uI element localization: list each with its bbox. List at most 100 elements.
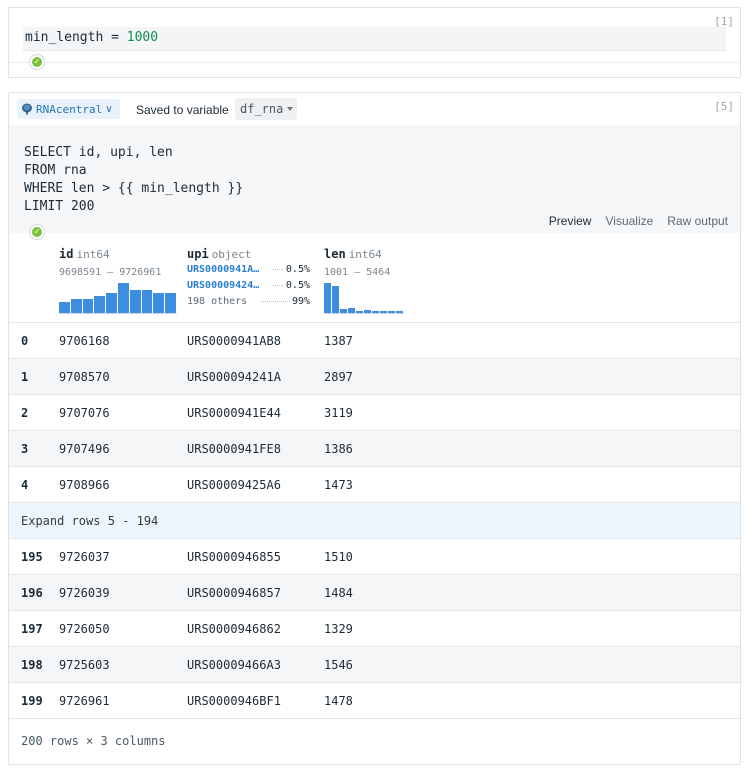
expand-rows-label: Expand rows 5 - 194 — [21, 514, 159, 528]
top-value-pct: 99% — [291, 295, 310, 307]
sql-cell[interactable]: [5] RNAcentral ∨ Saved to variable df_rn… — [8, 92, 741, 765]
cell-len: 1546 — [324, 658, 353, 672]
table-row[interactable]: 198 9725603 URS00009466A3 1546 — [9, 646, 740, 682]
upi-top-values: URS0000941A… 0.5% URS00009424… 0.5% 198 … — [187, 261, 310, 309]
table-summary: 200 rows × 3 columns — [9, 718, 740, 763]
caret-down-icon — [287, 107, 294, 111]
histogram-baseline — [59, 313, 177, 314]
row-column-count: 200 rows × 3 columns — [21, 734, 166, 748]
histogram-bar — [94, 296, 106, 313]
row-index: 197 — [21, 622, 43, 636]
table-row[interactable]: 4 9708966 URS00009425A6 1473 — [9, 466, 740, 502]
tab-raw-output[interactable]: Raw output — [667, 214, 728, 228]
cell-len: 1484 — [324, 586, 353, 600]
code-number: 1000 — [126, 30, 159, 45]
sql-line: LIMIT 200 — [24, 199, 95, 214]
code-text: min_length = — [25, 30, 127, 45]
output-tabs: Preview Visualize Raw output — [549, 214, 728, 228]
histogram-bar — [129, 290, 141, 313]
column-header-len[interactable]: len int64 1001 — 5464 — [324, 245, 390, 278]
cell-len: 1386 — [324, 442, 353, 456]
top-value-row: 198 others 99% — [187, 293, 310, 309]
table-row[interactable]: 1 9708570 URS000094241A 2897 — [9, 358, 740, 394]
histogram-bar — [141, 290, 153, 313]
cell-id: 9725603 — [59, 658, 110, 672]
cell-upi: URS0000941E44 — [187, 406, 281, 420]
row-index: 198 — [21, 658, 43, 672]
table-row[interactable]: 199 9726961 URS0000946BF1 1478 — [9, 682, 740, 718]
histogram-bar — [70, 299, 82, 313]
table-row[interactable]: 0 9706168 URS0000941AB8 1387 — [9, 322, 740, 358]
cell-id: 9708570 — [59, 370, 110, 384]
cell-len: 3119 — [324, 406, 353, 420]
cell-len: 2897 — [324, 370, 353, 384]
column-name: len — [324, 247, 346, 261]
cell-len: 1387 — [324, 334, 353, 348]
sql-line: SELECT id, upi, len — [24, 145, 173, 160]
row-index: 3 — [21, 442, 29, 456]
connection-name: RNAcentral — [36, 102, 103, 116]
table-row[interactable]: 2 9707076 URS0000941E44 3119 — [9, 394, 740, 430]
expand-rows-button[interactable]: Expand rows 5 - 194 — [9, 502, 740, 538]
top-value-others: 198 others — [187, 295, 248, 307]
cell-upi: URS0000941FE8 — [187, 442, 281, 456]
cell-id: 9726039 — [59, 586, 110, 600]
top-value: URS0000941A… — [187, 263, 260, 275]
cell-len: 1473 — [324, 478, 353, 492]
cell-id: 9706168 — [59, 334, 110, 348]
cell-len: 1478 — [324, 694, 353, 708]
table-row[interactable]: 3 9707496 URS0000941FE8 1386 — [9, 430, 740, 466]
cell-1-status-divider — [8, 62, 741, 63]
success-check-icon: ✓ — [29, 224, 45, 240]
id-histogram — [59, 283, 176, 313]
sql-cell-toolbar: RNAcentral ∨ Saved to variable df_rna — [9, 93, 740, 125]
connection-selector[interactable]: RNAcentral ∨ — [17, 99, 120, 119]
top-value-pct: 0.5% — [285, 279, 310, 291]
row-index: 196 — [21, 586, 43, 600]
cell-upi: URS00009425A6 — [187, 478, 281, 492]
row-index: 0 — [21, 334, 29, 348]
row-index: 1 — [21, 370, 29, 384]
variable-name-field[interactable]: df_rna — [235, 98, 297, 120]
table-row[interactable]: 196 9726039 URS0000946857 1484 — [9, 574, 740, 610]
cell-id: 9726961 — [59, 694, 110, 708]
code-editor[interactable]: min_length = 1000 — [23, 27, 726, 51]
code-cell-1[interactable]: [1] min_length = 1000 — [8, 7, 741, 78]
table-row[interactable]: 195 9726037 URS0000946855 1510 — [9, 538, 740, 574]
top-value-row: URS0000941A… 0.5% — [187, 261, 310, 277]
column-name: upi — [187, 247, 209, 261]
cell-id: 9726050 — [59, 622, 110, 636]
table-row[interactable]: 197 9726050 URS0000946862 1329 — [9, 610, 740, 646]
row-index: 2 — [21, 406, 29, 420]
histogram-bar — [82, 299, 94, 313]
row-index: 199 — [21, 694, 43, 708]
cell-upi: URS000094241A — [187, 370, 281, 384]
column-range: 9698591 — 9726961 — [59, 267, 162, 278]
cell-upi: URS00009466A3 — [187, 658, 281, 672]
cell-id: 9708966 — [59, 478, 110, 492]
top-value-row: URS00009424… 0.5% — [187, 277, 310, 293]
variable-name: df_rna — [240, 102, 284, 116]
row-index: 195 — [21, 550, 43, 564]
tab-visualize[interactable]: Visualize — [605, 214, 653, 228]
histogram-bar — [106, 293, 117, 313]
column-type: object — [211, 248, 252, 261]
success-check-icon: ✓ — [29, 54, 45, 70]
sql-line: WHERE len > {{ min_length }} — [24, 181, 244, 196]
histogram-bar — [153, 293, 165, 313]
cell-id: 9707496 — [59, 442, 110, 456]
histogram-bar — [59, 302, 70, 313]
row-index: 4 — [21, 478, 29, 492]
cell-upi: URS0000946857 — [187, 586, 281, 600]
column-type: int64 — [348, 248, 382, 261]
len-histogram — [324, 283, 403, 313]
column-name: id — [59, 247, 74, 261]
cell-upi: URS0000946BF1 — [187, 694, 281, 708]
histogram-bar — [117, 283, 129, 313]
column-type: int64 — [76, 248, 110, 261]
histogram-baseline — [324, 313, 404, 314]
cell-id: 9726037 — [59, 550, 110, 564]
column-header-id[interactable]: id int64 9698591 — 9726961 — [59, 245, 161, 278]
data-table-body: 0 9706168 URS0000941AB8 1387 1 9708570 U… — [9, 322, 740, 763]
tab-preview[interactable]: Preview — [549, 214, 592, 228]
